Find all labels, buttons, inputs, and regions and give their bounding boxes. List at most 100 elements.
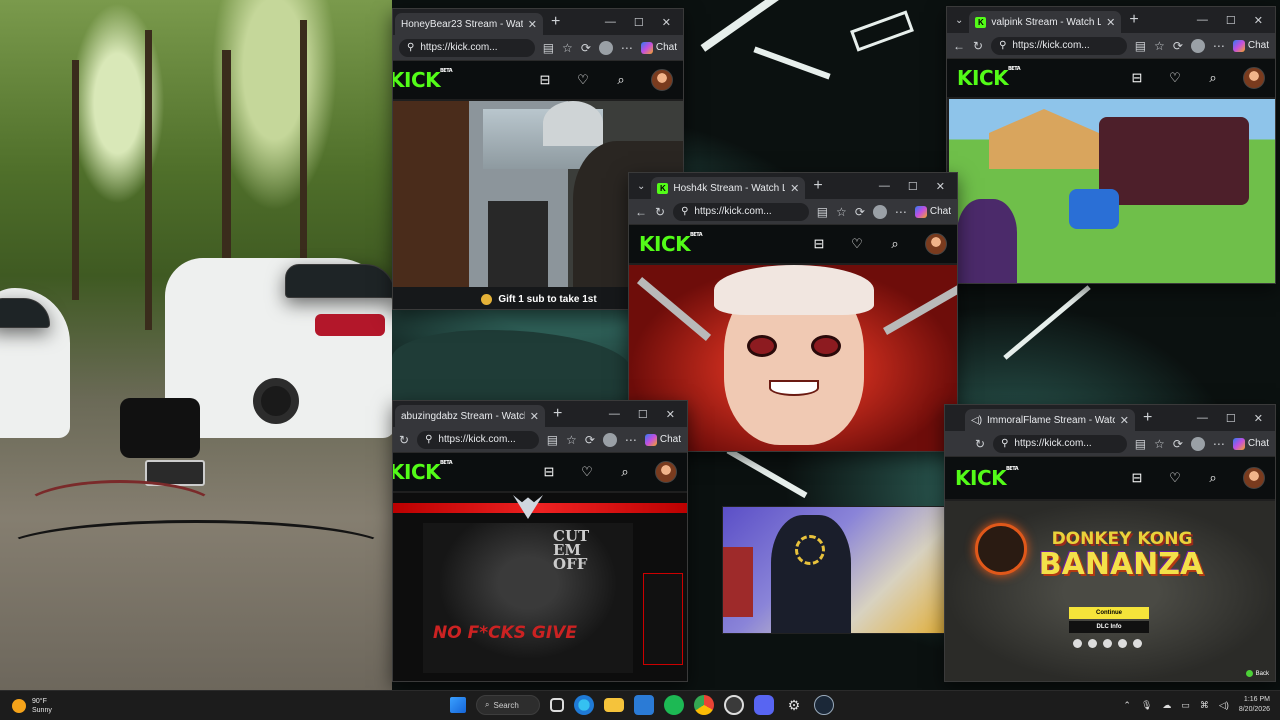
more-icon[interactable]: ⋯ xyxy=(1213,437,1225,451)
close-tab-icon[interactable]: ✕ xyxy=(1120,414,1129,427)
browse-icon[interactable]: ⊟ xyxy=(1129,470,1145,486)
minimize-icon[interactable]: — xyxy=(609,408,620,420)
address-bar[interactable]: ⚲ https://kick.com... xyxy=(417,430,539,449)
reader-icon[interactable]: ▤ xyxy=(1135,437,1146,451)
chrome-icon[interactable] xyxy=(694,695,714,715)
menu-continue-button[interactable]: Continue xyxy=(1069,607,1149,619)
weather-widget[interactable]: 90°F Sunny xyxy=(0,697,200,715)
taskbar-search[interactable]: ⌕ Search xyxy=(476,695,540,715)
new-tab-icon[interactable]: + xyxy=(1129,11,1138,29)
reader-icon[interactable]: ▤ xyxy=(543,41,554,55)
favorite-star-icon[interactable]: ☆ xyxy=(1154,39,1165,53)
new-tab-icon[interactable]: + xyxy=(551,13,560,31)
minimize-icon[interactable]: — xyxy=(605,16,616,28)
heart-icon[interactable]: ♡ xyxy=(575,72,591,88)
close-tab-icon[interactable]: ✕ xyxy=(528,18,537,31)
menu-dlc-button[interactable]: DLC Info xyxy=(1069,621,1149,633)
store-icon[interactable] xyxy=(634,695,654,715)
browser-window-valpink[interactable]: ⌄ K valpink Stream - Watch Live on Kick … xyxy=(946,6,1276,284)
address-bar[interactable]: ⚲ https://kick.com... xyxy=(993,434,1127,453)
kick-logo[interactable]: KICK BETA xyxy=(393,460,453,484)
close-window-icon[interactable]: ✕ xyxy=(662,16,671,29)
maximize-icon[interactable]: ☐ xyxy=(634,16,644,29)
edge-icon[interactable] xyxy=(574,695,594,715)
steam-icon[interactable] xyxy=(814,695,834,715)
stream-video[interactable]: DONKEY KONG BANANZA Continue DLC Info Ba… xyxy=(945,501,1275,681)
back-icon[interactable]: ← xyxy=(953,39,965,53)
file-explorer-icon[interactable] xyxy=(604,698,624,712)
reload-icon[interactable]: ↻ xyxy=(973,39,983,53)
speaker-icon[interactable]: ◁) xyxy=(971,415,982,426)
profile-icon[interactable] xyxy=(1190,38,1205,53)
extensions-icon[interactable]: ⟳ xyxy=(585,433,595,447)
menu-option-icon[interactable] xyxy=(1103,639,1112,648)
new-tab-icon[interactable]: + xyxy=(553,405,562,423)
browser-window-abuzingdabz[interactable]: abuzingdabz Stream - Watch Live on Kick … xyxy=(392,400,688,682)
search-icon[interactable]: ⌕ xyxy=(1205,70,1221,86)
menu-option-icon[interactable] xyxy=(1088,639,1097,648)
copilot-chat-button[interactable]: Chat xyxy=(1232,39,1269,52)
kick-logo[interactable]: KICK BETA xyxy=(639,232,703,256)
extensions-icon[interactable]: ⟳ xyxy=(1173,39,1183,53)
more-icon[interactable]: ⋯ xyxy=(625,433,637,447)
site-info-icon[interactable]: ⚲ xyxy=(425,434,432,445)
more-icon[interactable]: ⋯ xyxy=(895,205,907,219)
browse-icon[interactable]: ⊟ xyxy=(537,72,553,88)
reload-icon[interactable]: ↻ xyxy=(975,437,985,451)
heart-icon[interactable]: ♡ xyxy=(1167,470,1183,486)
browse-icon[interactable]: ⊟ xyxy=(1129,70,1145,86)
volume-icon[interactable]: ◁) xyxy=(1219,700,1229,711)
close-window-icon[interactable]: ✕ xyxy=(936,180,945,193)
extensions-icon[interactable]: ⟳ xyxy=(581,41,591,55)
profile-icon[interactable] xyxy=(872,204,887,219)
tab-list-icon[interactable]: ⌄ xyxy=(955,15,963,26)
search-icon[interactable]: ⌕ xyxy=(617,464,633,480)
microphone-icon[interactable]: 🎙 xyxy=(1141,700,1152,711)
search-icon[interactable]: ⌕ xyxy=(887,236,903,252)
profile-icon[interactable] xyxy=(602,432,617,447)
obs-icon[interactable] xyxy=(724,695,744,715)
close-tab-icon[interactable]: ✕ xyxy=(1106,16,1115,29)
minimize-icon[interactable]: — xyxy=(879,180,890,192)
favorite-star-icon[interactable]: ☆ xyxy=(562,41,573,55)
favorite-star-icon[interactable]: ☆ xyxy=(1154,437,1165,451)
menu-option-icon[interactable] xyxy=(1133,639,1142,648)
task-view-icon[interactable] xyxy=(550,698,564,712)
search-icon[interactable]: ⌕ xyxy=(1205,470,1221,486)
user-avatar[interactable] xyxy=(925,233,947,255)
user-avatar[interactable] xyxy=(1243,67,1265,89)
address-bar[interactable]: ⚲ https://kick.com... xyxy=(673,202,809,221)
favorite-star-icon[interactable]: ☆ xyxy=(566,433,577,447)
more-icon[interactable]: ⋯ xyxy=(1213,39,1225,53)
search-icon[interactable]: ⌕ xyxy=(613,72,629,88)
onedrive-icon[interactable]: ☁ xyxy=(1162,700,1171,711)
maximize-icon[interactable]: ☐ xyxy=(1226,14,1236,27)
kick-logo[interactable]: KICK BETA xyxy=(393,68,453,92)
copilot-chat-button[interactable]: Chat xyxy=(1232,437,1269,450)
profile-icon[interactable] xyxy=(1190,436,1205,451)
copilot-chat-button[interactable]: Chat xyxy=(914,205,951,218)
maximize-icon[interactable]: ☐ xyxy=(1226,412,1236,425)
stream-video[interactable]: CUT EM OFF NO F*CKS GIVE xyxy=(393,493,687,681)
browse-icon[interactable]: ⊟ xyxy=(541,464,557,480)
close-tab-icon[interactable]: ✕ xyxy=(530,410,539,423)
tab-valpink[interactable]: K valpink Stream - Watch Live on Kick ✕ xyxy=(969,11,1122,33)
reader-icon[interactable]: ▤ xyxy=(1135,39,1146,53)
maximize-icon[interactable]: ☐ xyxy=(638,408,648,421)
user-avatar[interactable] xyxy=(655,461,677,483)
menu-back-button[interactable]: Back xyxy=(1245,670,1269,677)
site-info-icon[interactable]: ⚲ xyxy=(407,42,414,53)
reload-icon[interactable]: ↻ xyxy=(655,205,665,219)
profile-icon[interactable] xyxy=(598,40,613,55)
site-info-icon[interactable]: ⚲ xyxy=(999,40,1006,51)
kick-logo[interactable]: KICK BETA xyxy=(955,466,1019,490)
extensions-icon[interactable]: ⟳ xyxy=(855,205,865,219)
tab-honeybear23[interactable]: HoneyBear23 Stream - Watch Live on Kick … xyxy=(395,13,543,35)
close-window-icon[interactable]: ✕ xyxy=(1254,14,1263,27)
heart-icon[interactable]: ♡ xyxy=(579,464,595,480)
minimize-icon[interactable]: — xyxy=(1197,412,1208,424)
discord-icon[interactable] xyxy=(754,695,774,715)
browse-icon[interactable]: ⊟ xyxy=(811,236,827,252)
address-bar[interactable]: ⚲ https://kick.com... xyxy=(991,36,1127,55)
extensions-icon[interactable]: ⟳ xyxy=(1173,437,1183,451)
